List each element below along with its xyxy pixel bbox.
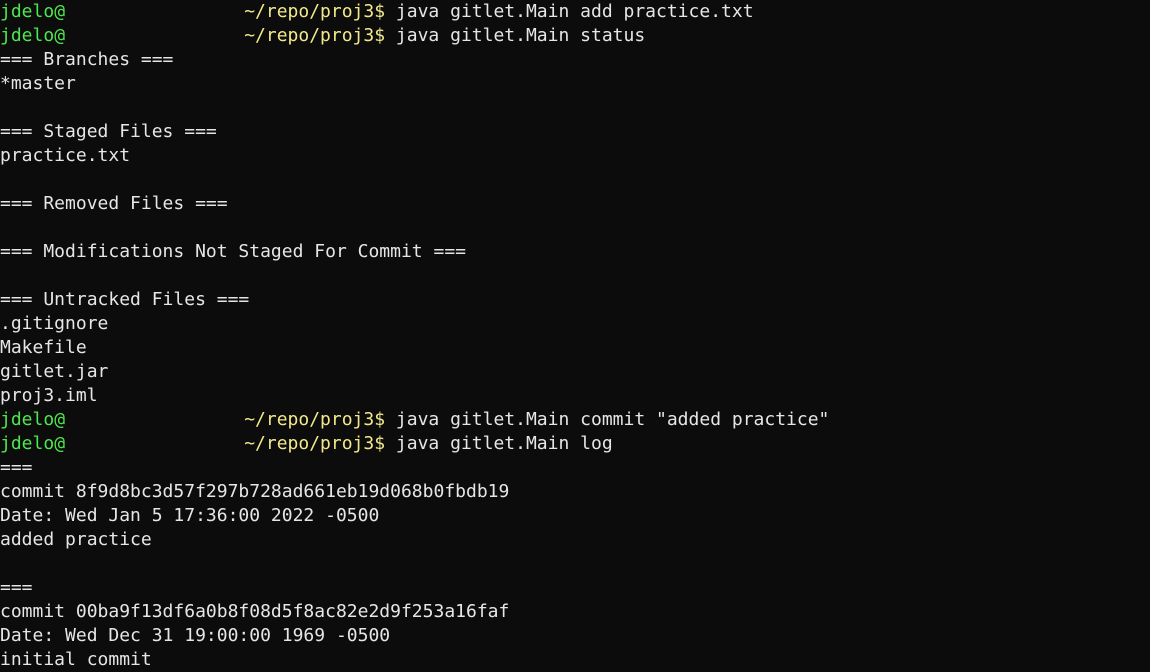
output-line: initial commit xyxy=(0,649,152,670)
prompt-user: jdelo xyxy=(0,1,55,22)
command-text: java gitlet.Main log xyxy=(395,433,613,454)
output-line: added practice xyxy=(0,529,152,550)
output-line: gitlet.jar xyxy=(0,361,109,382)
prompt-symbol: $ xyxy=(374,433,386,454)
command-text: java gitlet.Main status xyxy=(395,25,646,46)
prompt-path: ~/repo/proj3 xyxy=(244,1,375,22)
prompt-at: @ xyxy=(54,409,66,430)
prompt-line: jdelo@ ~/repo/proj3$ java gitlet.Main com… xyxy=(0,408,1150,432)
output-line: Date: Wed Jan 5 17:36:00 2022 -0500 xyxy=(0,505,380,526)
prompt-user: jdelo xyxy=(0,433,55,454)
output-line: === Staged Files === xyxy=(0,121,217,142)
prompt-user: jdelo xyxy=(0,409,55,430)
prompt-at: @ xyxy=(54,1,66,22)
output-line: === xyxy=(0,577,33,598)
output-line: === Untracked Files === xyxy=(0,289,250,310)
output-line: Date: Wed Dec 31 19:00:00 1969 -0500 xyxy=(0,625,391,646)
output-line: practice.txt xyxy=(0,145,131,166)
output-line: === Modifications Not Staged For Commit … xyxy=(0,241,466,262)
output-line: === xyxy=(0,457,33,478)
output-line: proj3.iml xyxy=(0,385,98,406)
prompt-path: ~/repo/proj3 xyxy=(244,433,375,454)
terminal-window[interactable]: jdelo@ ~/repo/proj3$ java gitlet.Main add… xyxy=(0,0,1150,672)
output-line: === Removed Files === xyxy=(0,193,228,214)
output-line: *master xyxy=(0,73,76,94)
prompt-line: jdelo@ ~/repo/proj3$ java gitlet.Main add… xyxy=(0,0,1150,24)
prompt-at: @ xyxy=(54,25,66,46)
prompt-path: ~/repo/proj3 xyxy=(244,409,375,430)
output-line: === Branches === xyxy=(0,49,174,70)
output-line: Makefile xyxy=(0,337,87,358)
output-line: commit 00ba9f13df6a0b8f08d5f8ac82e2d9f25… xyxy=(0,601,510,622)
prompt-symbol: $ xyxy=(374,409,386,430)
prompt-symbol: $ xyxy=(374,1,386,22)
prompt-user: jdelo xyxy=(0,25,55,46)
output-line: .gitignore xyxy=(0,313,109,334)
output-line: commit 8f9d8bc3d57f297b728ad661eb19d068b… xyxy=(0,481,510,502)
prompt-path: ~/repo/proj3 xyxy=(244,25,375,46)
prompt-line: jdelo@ ~/repo/proj3$ java gitlet.Main sta… xyxy=(0,24,1150,48)
command-text: java gitlet.Main add practice.txt xyxy=(395,1,754,22)
prompt-at: @ xyxy=(54,433,66,454)
prompt-line: jdelo@ ~/repo/proj3$ java gitlet.Main log xyxy=(0,432,1150,456)
prompt-symbol: $ xyxy=(374,25,386,46)
command-text: java gitlet.Main commit "added practice" xyxy=(395,409,830,430)
